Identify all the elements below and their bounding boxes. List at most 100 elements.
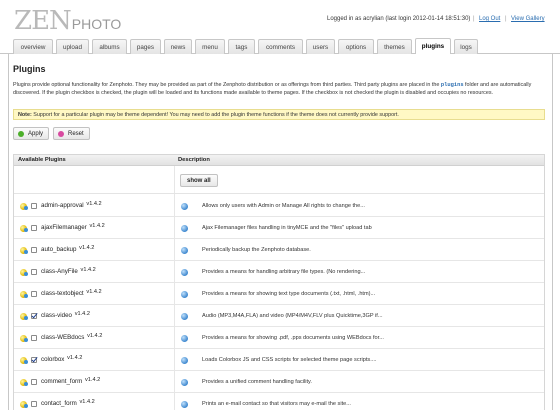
show-all-row: show all [14,166,544,194]
plugin-version: v1.4.2 [87,333,103,339]
theme-dependency-note: Note: Support for a particular plugin ma… [13,109,545,120]
tab-label: plugins [421,43,445,50]
plugin-name-cell[interactable]: colorbox v1.4.2 [41,355,83,363]
plugin-description: Ajax Filemanager files handling in tinyM… [202,225,372,231]
plugin-status-icon [20,225,28,232]
tab-menu[interactable]: menu [195,39,225,54]
plugin-name: class-WEBdocs [41,334,85,341]
tab-options[interactable]: options [338,39,374,54]
tab-overview[interactable]: overview [13,39,53,54]
plugin-description: Provides a unified comment handling faci… [202,379,312,385]
tab-pages[interactable]: pages [130,39,161,54]
tab-comments[interactable]: comments [258,39,303,54]
info-icon[interactable] [181,291,188,298]
info-icon[interactable] [181,225,188,232]
plugin-version: v1.4.2 [79,399,95,405]
plugin-name-cell[interactable]: class-AnyFile v1.4.2 [41,267,96,275]
plugin-version: v1.4.2 [80,267,96,273]
plugin-name: class-textobject [41,290,84,297]
plugin-description: Loads Colorbox JS and CSS scripts for se… [202,357,377,363]
reset-label: Reset [68,130,84,137]
plugin-status-icon [20,335,28,342]
logout-link[interactable]: Log Out [479,16,500,22]
tab-label: overview [20,43,46,51]
view-gallery-link[interactable]: View Gallery [511,16,545,22]
tab-label: upload [63,43,82,51]
tab-label: users [312,43,329,51]
tab-albums[interactable]: albums [92,39,127,54]
plugin-name-cell[interactable]: comment_form v1.4.2 [41,377,100,385]
plugin-version: v1.4.2 [86,201,102,207]
plugin-enable-checkbox[interactable] [31,203,37,209]
table-row: contact_form v1.4.2 Prints an e-mail con… [14,393,544,410]
tab-news[interactable]: news [164,39,192,54]
tab-users[interactable]: users [306,39,335,54]
tab-label: logs [460,43,472,51]
plugin-name-cell[interactable]: ajaxFilemanager v1.4.2 [41,223,105,231]
plugin-status-icon [20,203,28,210]
plugin-description: Provides a means for handling arbitrary … [202,269,366,275]
tab-label: menu [202,43,218,51]
plugin-version: v1.4.2 [79,245,95,251]
plugins-folder-code: plugins [440,82,464,88]
plugin-name-cell[interactable]: class-video v1.4.2 [41,311,90,319]
plugin-status-icon [20,357,28,364]
table-row: auto_backup v1.4.2 Periodically backup t… [14,239,544,261]
info-icon[interactable] [181,335,188,342]
plugin-enable-checkbox[interactable] [31,335,37,341]
note-label: Note: [18,112,32,118]
info-icon[interactable] [181,401,188,408]
plugin-name-cell[interactable]: admin-approval v1.4.2 [41,201,102,209]
table-row: class-textobject v1.4.2 Provides a means… [14,283,544,305]
plugin-enable-checkbox[interactable] [31,225,37,231]
intro-text-1: Plugins provide optional functionality f… [13,82,441,88]
tab-label: options [345,43,367,51]
tab-upload[interactable]: upload [56,39,89,54]
plugin-name-cell[interactable]: class-textobject v1.4.2 [41,289,102,297]
plugin-enable-checkbox[interactable] [31,269,37,275]
plugin-version: v1.4.2 [89,223,105,229]
column-header-description: Description [178,157,210,163]
reset-button[interactable]: Reset [53,127,90,140]
plugin-name-cell[interactable]: auto_backup v1.4.2 [41,245,95,253]
plugin-enable-checkbox[interactable] [31,401,37,407]
plugin-status-icon [20,401,28,408]
plugin-name: auto_backup [41,246,77,253]
info-icon[interactable] [181,357,188,364]
plugin-name: colorbox [41,356,65,363]
admin-tab-bar: overview upload albums pages news menu t… [0,36,560,54]
info-icon[interactable] [181,247,188,254]
plugin-description: Provides a means for showing .pdf, .pps … [202,335,384,341]
info-icon[interactable] [181,269,188,276]
show-all-button[interactable]: show all [180,174,218,187]
info-icon[interactable] [181,313,188,320]
apply-button[interactable]: Apply [13,127,50,140]
table-row: comment_form v1.4.2 Provides a unified c… [14,371,544,393]
plugin-enable-checkbox[interactable] [31,357,37,363]
table-row: class-WEBdocs v1.4.2 Provides a means fo… [14,327,544,349]
reset-icon [58,130,64,137]
table-row: admin-approval v1.4.2 Allows only users … [14,195,544,217]
tab-label: news [170,43,186,51]
tab-logs[interactable]: logs [454,39,478,54]
plugin-enable-checkbox[interactable] [31,379,37,385]
plugin-name: ajaxFilemanager [41,224,87,231]
plugin-name: class-AnyFile [41,268,78,275]
tab-tags[interactable]: tags [228,39,255,54]
plugin-name-cell[interactable]: class-WEBdocs v1.4.2 [41,333,103,341]
plugin-version: v1.4.2 [67,355,83,361]
plugin-enable-checkbox[interactable] [31,313,37,319]
plugin-enable-checkbox[interactable] [31,291,37,297]
plugin-enable-checkbox[interactable] [31,247,37,253]
info-icon[interactable] [181,203,188,210]
tab-plugins[interactable]: plugins [415,38,451,54]
plugin-name-cell[interactable]: contact_form v1.4.2 [41,399,95,407]
plugin-name: comment_form [41,378,83,385]
logo-photo-text: PHOTO [71,16,122,32]
plugin-status-icon [20,291,28,298]
zenphoto-logo[interactable]: ZEN PHOTO [14,6,121,36]
logo-zen-text: ZEN [14,6,72,36]
tab-themes[interactable]: themes [377,39,412,54]
info-icon[interactable] [181,379,188,386]
plugin-description: Audio (MP3,M4A,FLA) and video (MP4/M4V,F… [202,313,383,319]
